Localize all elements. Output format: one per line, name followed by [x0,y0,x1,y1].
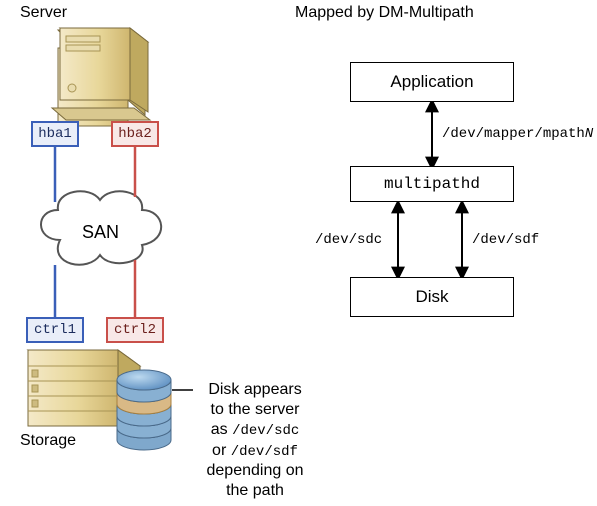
application-box: Application [350,62,514,102]
multipathd-box: multipathd [350,166,514,202]
disk-stack-icon [117,370,171,450]
multipathd-label: multipathd [384,175,480,193]
san-label: SAN [82,222,119,243]
disk-note-line3: as /dev/sdc [195,420,315,441]
ctrl1-port: ctrl1 [26,317,84,343]
disk-note-line4: or /dev/sdf [195,441,315,462]
mpath-device-label: /dev/mapper/mpathN [442,126,593,142]
ctrl2-port: ctrl2 [106,317,164,343]
application-label: Application [390,72,473,92]
disk-note-line1: Disk appears [195,380,315,400]
disk-note-line6: the path [195,481,315,501]
disk-box: Disk [350,277,514,317]
disk-note-line5: depending on [195,461,315,481]
hba1-port: hba1 [31,121,79,147]
dev-sdc-label: /dev/sdc [315,232,382,248]
disk-label: Disk [415,287,448,307]
dev-sdf-label: /dev/sdf [472,232,539,248]
mapped-title: Mapped by DM-Multipath [295,4,474,22]
disk-note-line2: to the server [195,400,315,420]
disk-note: Disk appears to the server as /dev/sdc o… [195,380,315,501]
storage-label: Storage [20,432,76,450]
hba2-port: hba2 [111,121,159,147]
